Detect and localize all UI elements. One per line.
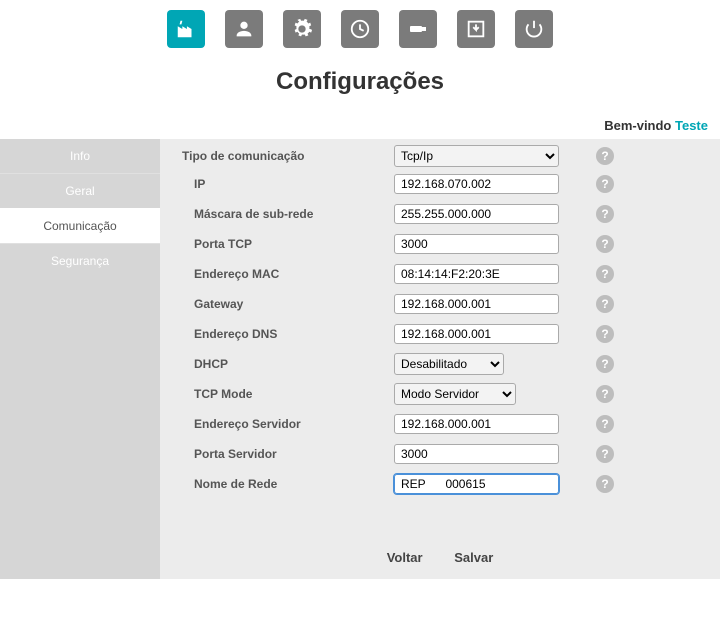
welcome-user: Teste [675, 118, 708, 133]
help-icon[interactable]: ? [596, 235, 614, 253]
row-nome-rede: Nome de Rede ? [160, 469, 720, 499]
row-mac: Endereço MAC ? [160, 259, 720, 289]
help-icon[interactable]: ? [596, 325, 614, 343]
input-mac[interactable] [394, 264, 559, 284]
label-tipo-comunicacao: Tipo de comunicação [182, 149, 394, 163]
row-dhcp: DHCP Desabilitado ? [160, 349, 720, 379]
sidebar: Info Geral Comunicação Segurança [0, 139, 160, 579]
help-icon[interactable]: ? [596, 205, 614, 223]
page-title: Configurações [0, 68, 720, 96]
help-icon[interactable]: ? [596, 147, 614, 165]
row-mascara: Máscara de sub-rede ? [160, 199, 720, 229]
usb-icon[interactable] [399, 10, 437, 48]
input-end-servidor[interactable] [394, 414, 559, 434]
row-tcp-mode: TCP Mode Modo Servidor ? [160, 379, 720, 409]
factory-icon[interactable] [167, 10, 205, 48]
top-icon-bar [0, 0, 720, 54]
label-porta-servidor: Porta Servidor [194, 447, 394, 461]
input-mascara[interactable] [394, 204, 559, 224]
row-tipo-comunicacao: Tipo de comunicação Tcp/Ip ? [160, 139, 720, 169]
row-dns: Endereço DNS ? [160, 319, 720, 349]
input-porta-servidor[interactable] [394, 444, 559, 464]
input-porta-tcp[interactable] [394, 234, 559, 254]
help-icon[interactable]: ? [596, 355, 614, 373]
label-tcp-mode: TCP Mode [194, 387, 394, 401]
clock-icon[interactable] [341, 10, 379, 48]
row-gateway: Gateway ? [160, 289, 720, 319]
help-icon[interactable]: ? [596, 175, 614, 193]
help-icon[interactable]: ? [596, 385, 614, 403]
help-icon[interactable]: ? [596, 295, 614, 313]
welcome-text: Bem-vindo Teste [0, 118, 720, 139]
label-ip: IP [194, 177, 394, 191]
back-button[interactable]: Voltar [387, 550, 423, 565]
power-icon[interactable] [515, 10, 553, 48]
help-icon[interactable]: ? [596, 415, 614, 433]
help-icon[interactable]: ? [596, 445, 614, 463]
sidebar-item-comunicacao[interactable]: Comunicação [0, 208, 160, 243]
label-dns: Endereço DNS [194, 327, 394, 341]
help-icon[interactable]: ? [596, 475, 614, 493]
input-dns[interactable] [394, 324, 559, 344]
label-mascara: Máscara de sub-rede [194, 207, 394, 221]
welcome-prefix: Bem-vindo [604, 118, 675, 133]
help-icon[interactable]: ? [596, 265, 614, 283]
download-icon[interactable] [457, 10, 495, 48]
row-end-servidor: Endereço Servidor ? [160, 409, 720, 439]
input-ip[interactable] [394, 174, 559, 194]
input-gateway[interactable] [394, 294, 559, 314]
select-tcp-mode[interactable]: Modo Servidor [394, 383, 516, 405]
label-porta-tcp: Porta TCP [194, 237, 394, 251]
input-nome-rede[interactable] [394, 474, 559, 494]
select-dhcp[interactable]: Desabilitado [394, 353, 504, 375]
row-ip: IP ? [160, 169, 720, 199]
label-gateway: Gateway [194, 297, 394, 311]
row-porta-tcp: Porta TCP ? [160, 229, 720, 259]
label-dhcp: DHCP [194, 357, 394, 371]
label-end-servidor: Endereço Servidor [194, 417, 394, 431]
sidebar-item-geral[interactable]: Geral [0, 173, 160, 208]
save-button[interactable]: Salvar [454, 550, 493, 565]
sidebar-item-info[interactable]: Info [0, 139, 160, 173]
main-area: Info Geral Comunicação Segurança Tipo de… [0, 139, 720, 579]
label-mac: Endereço MAC [194, 267, 394, 281]
row-porta-servidor: Porta Servidor ? [160, 439, 720, 469]
user-icon[interactable] [225, 10, 263, 48]
select-tipo-comunicacao[interactable]: Tcp/Ip [394, 145, 559, 167]
footer-buttons: Voltar Salvar [160, 550, 720, 565]
sidebar-item-seguranca[interactable]: Segurança [0, 243, 160, 278]
content-panel: Tipo de comunicação Tcp/Ip ? IP ? Máscar… [160, 139, 720, 579]
label-nome-rede: Nome de Rede [194, 477, 394, 491]
gear-icon[interactable] [283, 10, 321, 48]
